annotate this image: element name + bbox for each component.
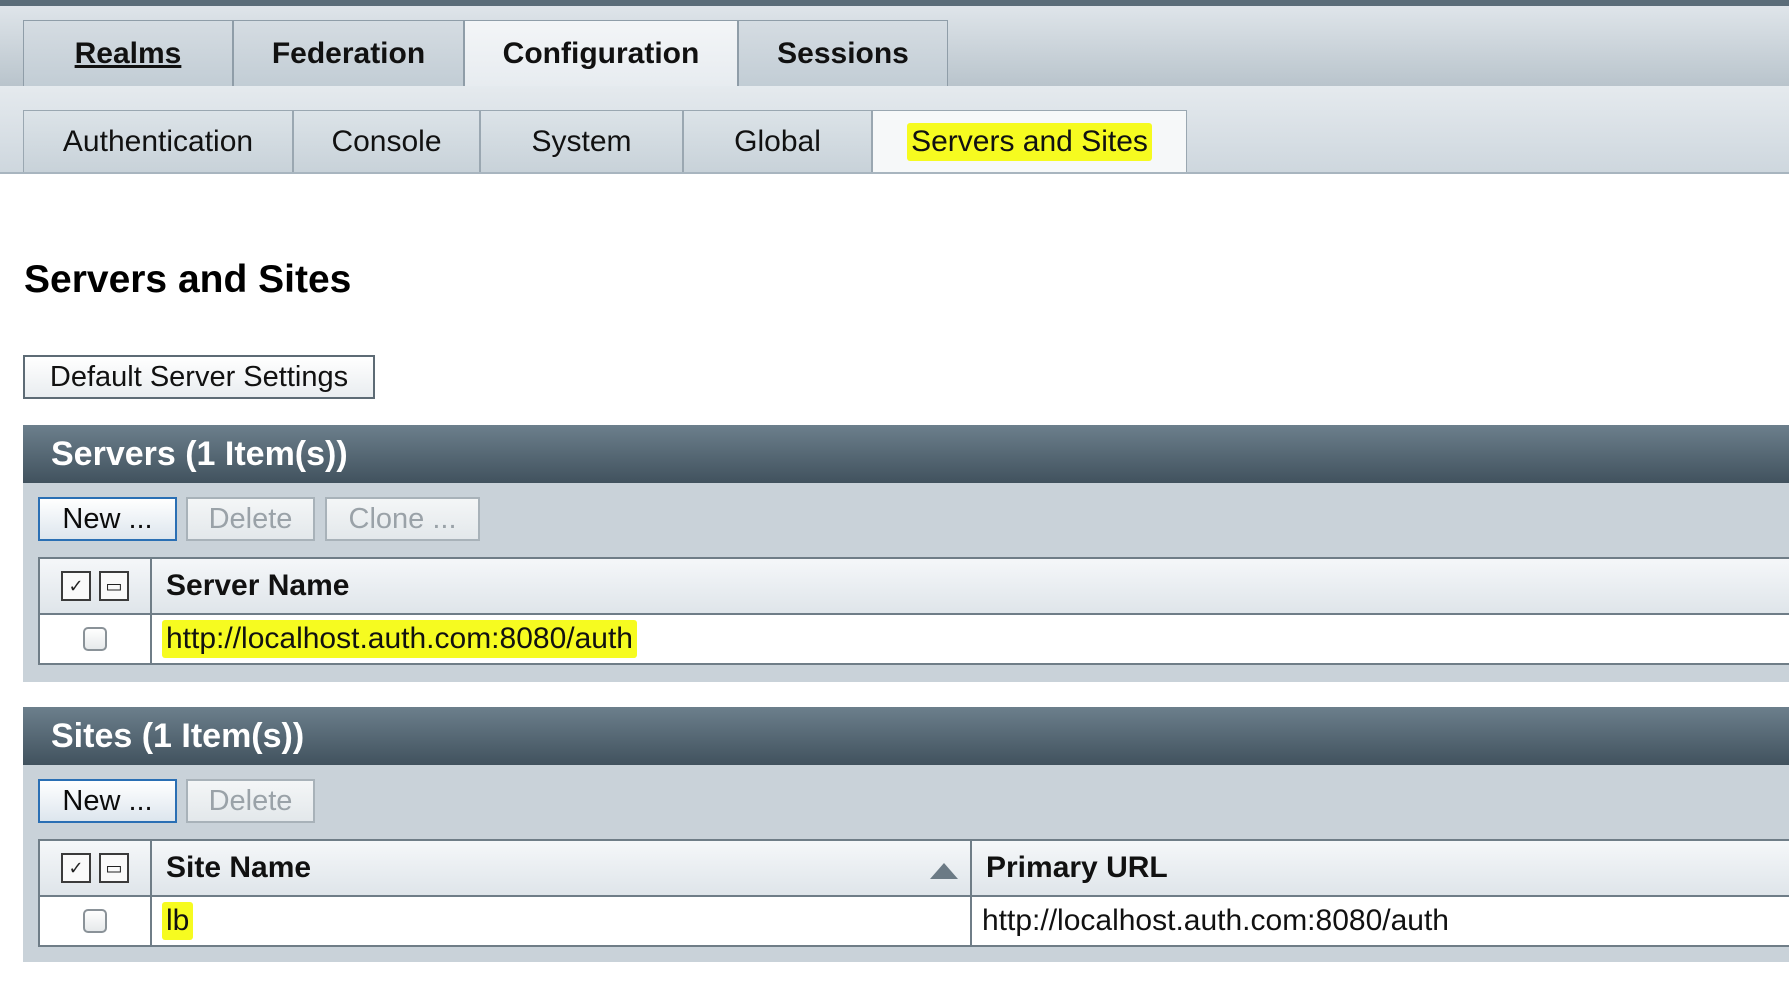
page-title: Servers and Sites <box>24 258 352 301</box>
sites-section-header: Sites (1 Item(s)) <box>23 707 1789 765</box>
tab-global[interactable]: Global <box>683 110 872 172</box>
sites-col-site-name-label: Site Name <box>166 851 312 884</box>
sites-col-site-name[interactable]: Site Name <box>152 841 970 895</box>
row-checkbox[interactable] <box>83 627 107 651</box>
sites-col-primary-url[interactable]: Primary URL <box>972 841 1168 895</box>
secondary-tab-bar: Authentication Console System Global Ser… <box>0 86 1789 174</box>
tab-system[interactable]: System <box>480 110 683 172</box>
sites-col-primary-url-label: Primary URL <box>986 851 1168 884</box>
tab-realms[interactable]: Realms <box>23 20 233 86</box>
table-row: http://localhost.auth.com:8080/auth <box>38 615 1789 665</box>
tab-configuration[interactable]: Configuration <box>464 20 738 86</box>
sites-delete-button[interactable]: Delete <box>186 779 315 823</box>
tab-federation[interactable]: Federation <box>233 20 464 86</box>
servers-delete-button[interactable]: Delete <box>186 497 315 541</box>
servers-clone-button[interactable]: Clone ... <box>325 497 480 541</box>
sites-row-select <box>40 897 152 945</box>
tab-realms-label: Realms <box>74 36 182 70</box>
servers-button-bar: New ... Delete Clone ... <box>23 483 1789 557</box>
table-row: lb http://localhost.auth.com:8080/auth <box>38 897 1789 947</box>
servers-row-select <box>40 615 152 663</box>
tab-configuration-label: Configuration <box>502 36 700 70</box>
servers-row-name-cell[interactable]: http://localhost.auth.com:8080/auth <box>152 615 637 663</box>
tab-authentication[interactable]: Authentication <box>23 110 293 172</box>
servers-section: Servers (1 Item(s)) New ... Delete Clone… <box>23 425 1789 682</box>
sites-table-header: ✓ ▭ Site Name Primary URL <box>38 839 1789 897</box>
sites-new-label: New ... <box>62 784 153 817</box>
servers-col-server-name[interactable]: Server Name <box>152 559 349 613</box>
tab-servers-and-sites-label: Servers and Sites <box>907 122 1152 161</box>
tab-servers-and-sites[interactable]: Servers and Sites <box>872 110 1187 172</box>
select-all-icon[interactable]: ✓ <box>61 571 91 601</box>
servers-clone-label: Clone ... <box>348 502 457 535</box>
sites-section: Sites (1 Item(s)) New ... Delete ✓ ▭ Sit… <box>23 707 1789 962</box>
tab-global-label: Global <box>734 124 821 158</box>
tab-console-label: Console <box>331 124 442 158</box>
primary-tab-bar: Realms Federation Configuration Sessions <box>0 6 1789 87</box>
tab-system-label: System <box>531 124 632 158</box>
deselect-all-icon[interactable]: ▭ <box>99 853 129 883</box>
sites-row-name-cell[interactable]: lb <box>152 897 194 945</box>
sites-new-button[interactable]: New ... <box>38 779 177 823</box>
sites-row-primary-url: http://localhost.auth.com:8080/auth <box>972 897 1449 945</box>
select-all-icon[interactable]: ✓ <box>61 853 91 883</box>
servers-new-button[interactable]: New ... <box>38 497 177 541</box>
tab-federation-label: Federation <box>271 36 426 70</box>
row-checkbox[interactable] <box>83 909 107 933</box>
servers-table-header: ✓ ▭ Server Name <box>38 557 1789 615</box>
servers-new-label: New ... <box>62 502 153 535</box>
tab-console[interactable]: Console <box>293 110 480 172</box>
servers-table: ✓ ▭ Server Name http://localhost.auth.co… <box>38 557 1789 667</box>
servers-section-title: Servers (1 Item(s)) <box>51 434 348 473</box>
servers-section-header: Servers (1 Item(s)) <box>23 425 1789 483</box>
servers-selection-header: ✓ ▭ <box>40 559 152 613</box>
sort-ascending-icon[interactable] <box>930 863 958 879</box>
site-primary-url-text: http://localhost.auth.com:8080/auth <box>982 904 1449 937</box>
default-server-settings-label: Default Server Settings <box>49 360 349 393</box>
site-name-link[interactable]: lb <box>162 902 194 940</box>
servers-col-server-name-label: Server Name <box>166 569 350 602</box>
tab-authentication-label: Authentication <box>62 124 254 158</box>
default-server-settings-button[interactable]: Default Server Settings <box>23 355 375 399</box>
sites-table: ✓ ▭ Site Name Primary URL lb http://loca… <box>38 839 1789 949</box>
sites-button-bar: New ... Delete <box>23 765 1789 839</box>
sites-selection-header: ✓ ▭ <box>40 841 152 895</box>
servers-delete-label: Delete <box>208 502 293 535</box>
server-name-link[interactable]: http://localhost.auth.com:8080/auth <box>162 620 637 658</box>
sites-delete-label: Delete <box>208 784 293 817</box>
sites-section-title: Sites (1 Item(s)) <box>51 716 305 755</box>
tab-sessions-label: Sessions <box>777 36 909 70</box>
deselect-all-icon[interactable]: ▭ <box>99 571 129 601</box>
tab-sessions[interactable]: Sessions <box>738 20 948 86</box>
